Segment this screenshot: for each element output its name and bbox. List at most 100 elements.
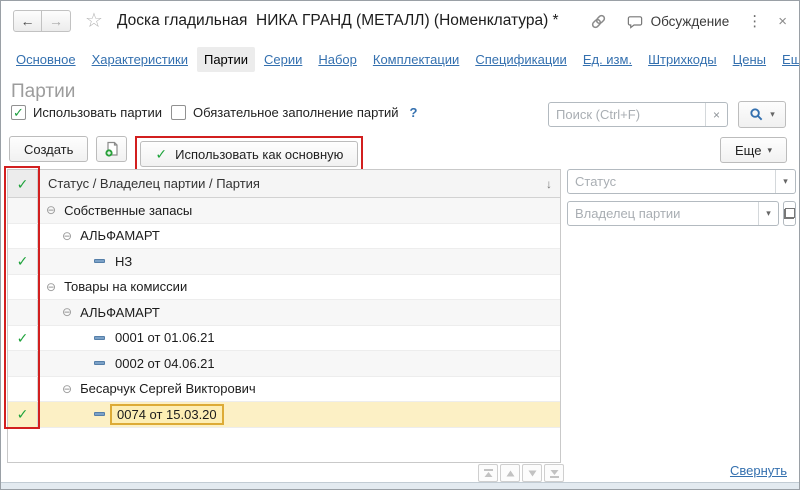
window-header: ← → ☆ Доска гладильная НИКА ГРАНД (МЕТАЛ…: [1, 1, 799, 41]
table-row[interactable]: ✓ НЗ: [8, 249, 560, 275]
tab-set[interactable]: Набор: [311, 47, 364, 72]
search-clear-icon[interactable]: ×: [705, 103, 727, 126]
checkbox-require-batches[interactable]: [171, 105, 186, 120]
table-body: ⊖ Собственные запасы ⊖ АЛЬФАМАРТ ✓ НЗ ⊖ Товары …: [8, 198, 560, 462]
more-button[interactable]: Еще ▾: [720, 137, 787, 163]
window-footer-strip: [1, 482, 799, 489]
app-window: ← → ☆ Доска гладильная НИКА ГРАНД (МЕТАЛ…: [0, 0, 800, 490]
filters-panel: ▾ ▾: [567, 169, 796, 226]
header-check-cell: ✓: [8, 170, 38, 197]
table-row[interactable]: ⊖ Собственные запасы: [8, 198, 560, 224]
row-check-cell: ✓: [8, 402, 38, 427]
table-row[interactable]: ✓0074 от 15.03.20: [8, 402, 560, 428]
tab-units[interactable]: Ед. изм.: [576, 47, 639, 72]
page-title: Партии: [11, 81, 75, 103]
table-row[interactable]: 0002 от 04.06.21: [8, 351, 560, 377]
check-icon: ✓: [17, 331, 29, 345]
row-label: Собственные запасы: [64, 203, 192, 218]
table-row[interactable]: ⊖ АЛЬФАМАРТ: [8, 300, 560, 326]
search-input[interactable]: [549, 107, 705, 122]
table-row[interactable]: ⊖ Бесарчук Сергей Викторович: [8, 377, 560, 403]
back-button[interactable]: ←: [13, 10, 42, 32]
chevron-down-icon[interactable]: ▾: [758, 202, 778, 225]
chevron-down-icon[interactable]: ▾: [775, 170, 795, 193]
check-icon: ✓: [17, 407, 29, 421]
favorite-star-icon[interactable]: ☆: [85, 11, 103, 31]
row-label: АЛЬФАМАРТ: [80, 305, 160, 320]
collapse-icon[interactable]: ⊖: [46, 281, 56, 293]
tab-bar: ОсновноеХарактеристикиПартииСерииНаборКо…: [9, 45, 795, 73]
checkbox-label: Обязательное заполнение партий: [193, 105, 399, 120]
row-label: АЛЬФАМАРТ: [80, 228, 160, 243]
list-nav-buttons: [478, 464, 564, 482]
batch-item-icon: [94, 412, 105, 416]
discussion-button[interactable]: Обсуждение: [626, 13, 730, 30]
header-label: Статус / Владелец партии / Партия: [48, 176, 546, 191]
row-label: 0001 от 01.06.21: [115, 330, 215, 345]
status-filter-input[interactable]: [568, 174, 775, 189]
owner-filter: ▾: [567, 201, 779, 226]
forward-button[interactable]: →: [42, 10, 71, 32]
checkbox-label: Использовать партии: [33, 105, 162, 120]
sort-desc-icon[interactable]: ↓: [546, 177, 552, 191]
tab-barcodes[interactable]: Штрихкоды: [641, 47, 724, 72]
checkbox-use-batches[interactable]: ✓: [11, 105, 26, 120]
annotation-rect-button: ✓ Использовать как основную: [135, 136, 363, 172]
tab-series[interactable]: Серии: [257, 47, 309, 72]
status-filter: ▾: [567, 169, 796, 194]
owner-filter-input[interactable]: [568, 206, 758, 221]
row-check-cell: [8, 224, 38, 249]
search-button[interactable]: ▾: [738, 101, 786, 128]
tab-more[interactable]: Еще▾: [775, 47, 800, 72]
table-row[interactable]: ⊖ Товары на комиссии: [8, 275, 560, 301]
kebab-menu-icon[interactable]: ⋮: [747, 12, 762, 30]
row-check-cell: ✓: [8, 326, 38, 351]
tab-characteristics[interactable]: Характеристики: [85, 47, 195, 72]
discussion-bubble-icon: [626, 13, 644, 30]
help-link[interactable]: ?: [410, 105, 418, 120]
batch-item-icon: [94, 259, 105, 263]
close-icon[interactable]: ×: [778, 13, 787, 30]
copy-document-icon: [103, 140, 121, 158]
row-check-cell: ✓: [8, 249, 38, 274]
batch-item-icon: [94, 336, 105, 340]
tab-general[interactable]: Основное: [9, 47, 83, 72]
discussion-label: Обсуждение: [651, 14, 730, 29]
row-label: Товары на комиссии: [64, 279, 187, 294]
chevron-down-icon: ▾: [770, 109, 775, 120]
collapse-icon[interactable]: ⊖: [62, 306, 72, 318]
scroll-up-button[interactable]: [500, 464, 520, 482]
tab-prices[interactable]: Цены: [726, 47, 773, 72]
create-by-copy-button[interactable]: [96, 136, 127, 162]
scroll-to-top-button[interactable]: [478, 464, 498, 482]
tab-batches[interactable]: Партии: [197, 47, 255, 72]
row-label: 0002 от 04.06.21: [115, 356, 215, 371]
check-icon: ✓: [17, 254, 29, 268]
collapse-icon[interactable]: ⊖: [62, 230, 72, 242]
link-icon[interactable]: [589, 12, 608, 31]
collapse-link[interactable]: Свернуть: [730, 463, 787, 478]
scroll-to-bottom-button[interactable]: [544, 464, 564, 482]
table-row[interactable]: ✓ 0001 от 01.06.21: [8, 326, 560, 352]
list-toolbar: Создать ✓ Использовать как основную: [9, 136, 363, 172]
chevron-down-icon: ▾: [767, 145, 772, 156]
row-label: НЗ: [115, 254, 132, 269]
table-row[interactable]: ⊖ АЛЬФАМАРТ: [8, 224, 560, 250]
row-label: Бесарчук Сергей Викторович: [80, 381, 256, 396]
batches-table: ✓ Статус / Владелец партии / Партия ↓ ⊖ С…: [7, 169, 561, 463]
tab-specifications[interactable]: Спецификации: [468, 47, 574, 72]
open-in-list-icon: [784, 208, 795, 219]
owner-open-button[interactable]: [783, 201, 796, 226]
more-button-label: Еще: [735, 143, 761, 158]
option-require-batches: Обязательное заполнение партий?: [171, 105, 418, 120]
collapse-icon[interactable]: ⊖: [46, 204, 56, 216]
tab-kits[interactable]: Комплектации: [366, 47, 466, 72]
collapse-icon[interactable]: ⊖: [62, 383, 72, 395]
table-header[interactable]: ✓ Статус / Владелец партии / Партия ↓: [8, 170, 560, 198]
row-check-cell: [8, 198, 38, 223]
options-row: ✓ Использовать партии Обязательное заполне…: [11, 105, 418, 120]
row-check-cell: [8, 377, 38, 402]
create-button[interactable]: Создать: [9, 136, 88, 162]
use-as-main-button[interactable]: ✓ Использовать как основную: [140, 141, 358, 167]
scroll-down-button[interactable]: [522, 464, 542, 482]
